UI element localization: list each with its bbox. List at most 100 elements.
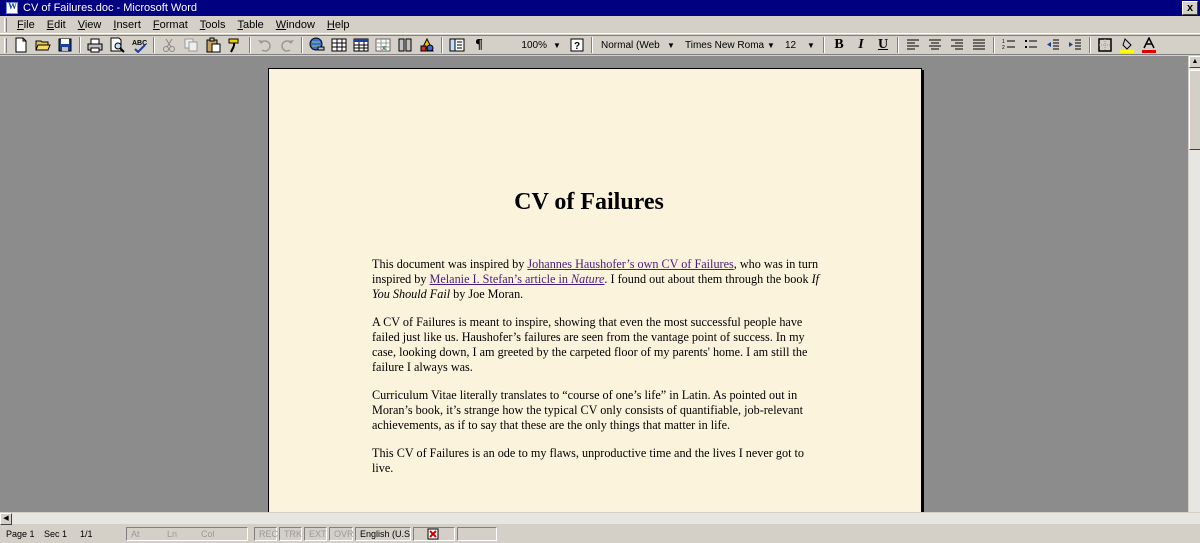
insert-hyperlink-button[interactable] [306, 36, 328, 54]
menu-window[interactable]: Window [270, 19, 321, 31]
zoom-combo[interactable]: 100% ▼ [492, 37, 564, 53]
spelling-check-icon: ABC [132, 40, 147, 53]
font-size-combo[interactable]: 12 ▼ [782, 37, 818, 53]
paragraph-curriculum-vitae: Curriculum Vitae literally translates to… [372, 388, 804, 432]
scroll-up-button[interactable]: ▲ [1189, 56, 1200, 68]
font-size-value: 12 [785, 39, 797, 51]
office-assistant-button[interactable]: ? [566, 36, 588, 54]
menu-format[interactable]: Format [147, 19, 194, 31]
status-ext[interactable]: EXT [304, 527, 327, 541]
format-painter-button[interactable] [224, 36, 246, 54]
menu-view[interactable]: View [72, 19, 108, 31]
svg-text:2: 2 [1002, 45, 1005, 51]
toolbar-separator [79, 37, 81, 53]
decrease-indent-button[interactable] [1042, 36, 1064, 54]
horizontal-scrollbar[interactable]: ◀ [0, 512, 1200, 525]
status-rec[interactable]: REC [254, 527, 278, 541]
link-haushofer-cv[interactable]: Johannes Haushofer’s own CV of Failures [527, 257, 733, 271]
zoom-value: 100% [521, 39, 547, 51]
document-map-button[interactable] [446, 36, 468, 54]
undo-button[interactable] [254, 36, 276, 54]
chevron-down-icon[interactable]: ▼ [804, 41, 818, 50]
highlight-button[interactable] [1116, 36, 1138, 54]
insert-excel-button[interactable]: x [372, 36, 394, 54]
chevron-down-icon[interactable]: ▼ [764, 41, 778, 50]
bold-button[interactable]: B [828, 36, 850, 54]
align-left-button[interactable] [902, 36, 924, 54]
document-page[interactable]: CV of Failures This document was inspire… [268, 68, 922, 512]
align-center-button[interactable] [924, 36, 946, 54]
status-spelling[interactable] [413, 527, 455, 541]
toolbar-grip[interactable] [4, 37, 7, 53]
status-bar: Page 1 Sec 1 1/1 At Ln Col REC TRK EXT O… [0, 525, 1200, 543]
print-preview-button[interactable] [106, 36, 128, 54]
style-combo[interactable]: Normal (Web ▼ [598, 37, 678, 53]
align-right-icon [951, 39, 963, 50]
cut-button[interactable] [158, 36, 180, 54]
font-combo[interactable]: Times New Roma ▼ [682, 37, 778, 53]
insert-table-button[interactable] [350, 36, 372, 54]
help-question-icon: ? [570, 38, 584, 52]
menu-insert[interactable]: Insert [107, 19, 147, 31]
chevron-down-icon[interactable]: ▼ [664, 41, 678, 50]
copy-icon [184, 38, 198, 52]
redo-button[interactable] [276, 36, 298, 54]
status-language[interactable]: English (U.S [355, 527, 411, 541]
numbering-button[interactable]: 12 [998, 36, 1020, 54]
borders-button[interactable] [1094, 36, 1116, 54]
document-workspace[interactable]: CV of Failures This document was inspire… [0, 56, 1188, 512]
paragraph-ode: This CV of Failures is an ode to my flaw… [372, 446, 805, 475]
formatting-toolbar: ABC x ¶ 100% ▼ ? Normal (Web ▼ Times New… [0, 35, 1200, 55]
open-button[interactable] [32, 36, 54, 54]
menu-table[interactable]: Table [231, 19, 269, 31]
status-trk[interactable]: TRK [279, 527, 302, 541]
status-ovr[interactable]: OVR [329, 527, 354, 541]
font-color-button[interactable] [1138, 36, 1160, 54]
clipboard-paste-icon [206, 37, 221, 53]
italic-button[interactable]: I [850, 36, 872, 54]
save-button[interactable] [54, 36, 76, 54]
tables-borders-button[interactable] [328, 36, 350, 54]
status-empty [457, 527, 497, 541]
document-title: CV of Failures [514, 189, 664, 215]
paragraph-purpose: A CV of Failures is meant to inspire, sh… [372, 315, 808, 374]
increase-indent-button[interactable] [1064, 36, 1086, 54]
menu-file[interactable]: File [11, 19, 41, 31]
menu-tools[interactable]: Tools [194, 19, 232, 31]
underline-icon: U [877, 37, 889, 52]
word-app-icon[interactable] [6, 1, 18, 14]
justify-button[interactable] [968, 36, 990, 54]
paste-button[interactable] [202, 36, 224, 54]
columns-button[interactable] [394, 36, 416, 54]
toolbar-separator [153, 37, 155, 53]
svg-text:?: ? [574, 41, 580, 52]
scroll-left-button[interactable]: ◀ [0, 513, 12, 525]
spelling-button[interactable]: ABC [128, 36, 150, 54]
copy-button[interactable] [180, 36, 202, 54]
print-button[interactable] [84, 36, 106, 54]
show-hide-button[interactable]: ¶ [468, 36, 490, 54]
close-button[interactable]: x [1182, 1, 1198, 15]
new-document-button[interactable] [10, 36, 32, 54]
print-preview-icon [110, 37, 125, 53]
outside-border-icon [1098, 38, 1112, 52]
bullets-button[interactable] [1020, 36, 1042, 54]
menu-edit[interactable]: Edit [41, 19, 72, 31]
vertical-scrollbar[interactable]: ▲ [1188, 56, 1200, 512]
increase-indent-icon [1069, 39, 1081, 50]
decrease-indent-icon [1047, 39, 1059, 50]
underline-button[interactable]: U [872, 36, 894, 54]
menu-help[interactable]: Help [321, 19, 356, 31]
insert-table-icon [353, 38, 369, 52]
document-body[interactable]: This document was inspired by Johannes H… [372, 257, 827, 489]
drawing-button[interactable] [416, 36, 438, 54]
menu-grip[interactable] [4, 17, 7, 32]
align-right-button[interactable] [946, 36, 968, 54]
style-value: Normal (Web [601, 39, 660, 51]
scissors-icon [163, 38, 175, 52]
drawing-shapes-icon [420, 37, 434, 52]
italic-icon: I [858, 37, 864, 52]
chevron-down-icon[interactable]: ▼ [550, 41, 564, 50]
link-stefan-article[interactable]: Melanie I. Stefan’s article in Nature [430, 272, 605, 286]
vertical-scroll-thumb[interactable] [1189, 70, 1200, 150]
